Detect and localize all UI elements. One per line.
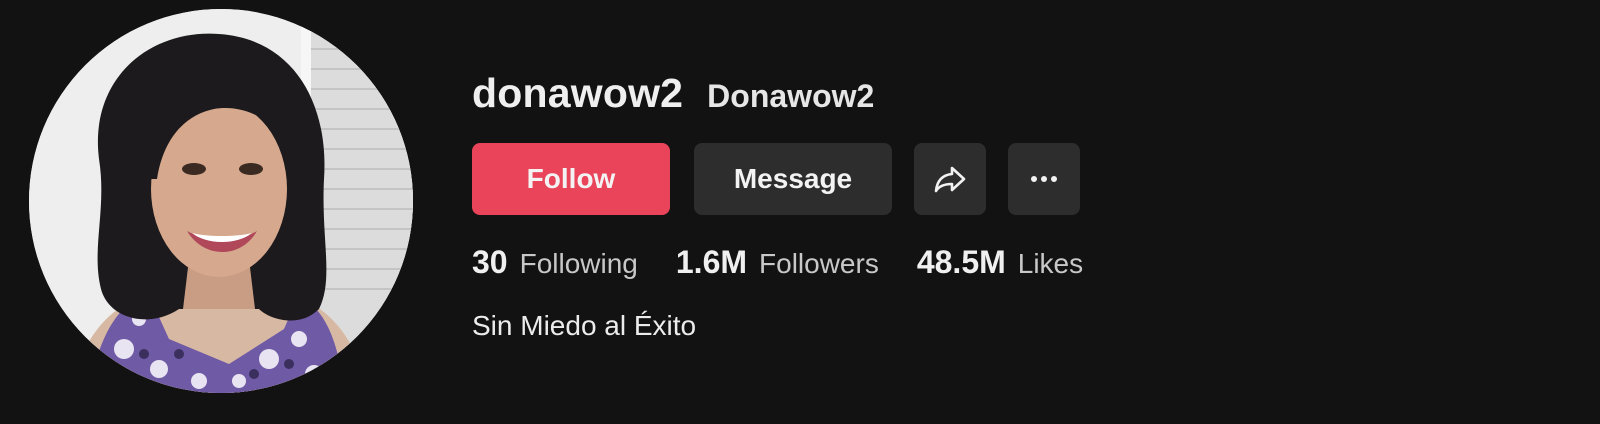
likes-count: 48.5M: [916, 244, 1006, 280]
stat-likes: 48.5M Likes: [917, 244, 1083, 281]
likes-label: Likes: [1017, 248, 1084, 279]
more-dots-icon: [1031, 176, 1057, 182]
followers-count: 1.6M: [675, 244, 748, 280]
more-button[interactable]: [1008, 143, 1080, 215]
stat-following[interactable]: 30 Following: [472, 244, 638, 281]
username: donawow2: [472, 70, 684, 116]
following-label: Following: [519, 248, 638, 279]
bio-text: Sin Miedo al Éxito: [472, 310, 697, 341]
share-button[interactable]: [914, 143, 986, 215]
name-row: donawow2 Donawow2: [472, 70, 1121, 120]
nickname: Donawow2: [707, 78, 875, 114]
followers-label: Followers: [759, 248, 879, 279]
following-count: 30: [472, 244, 508, 280]
message-button[interactable]: Message: [694, 143, 892, 215]
avatar[interactable]: [29, 9, 413, 393]
follow-button[interactable]: Follow: [472, 143, 670, 215]
avatar-photo: [29, 9, 413, 393]
profile-header: donawow2 Donawow2 Follow Message 30 Foll…: [0, 0, 1600, 424]
action-buttons: Follow Message: [472, 143, 1121, 215]
share-arrow-icon: [934, 166, 966, 193]
profile-stats: 30 Following 1.6M Followers 48.5M Likes: [472, 244, 1121, 284]
stat-followers[interactable]: 1.6M Followers: [676, 244, 879, 281]
profile-info: donawow2 Donawow2 Follow Message 30 Foll…: [472, 70, 1121, 342]
